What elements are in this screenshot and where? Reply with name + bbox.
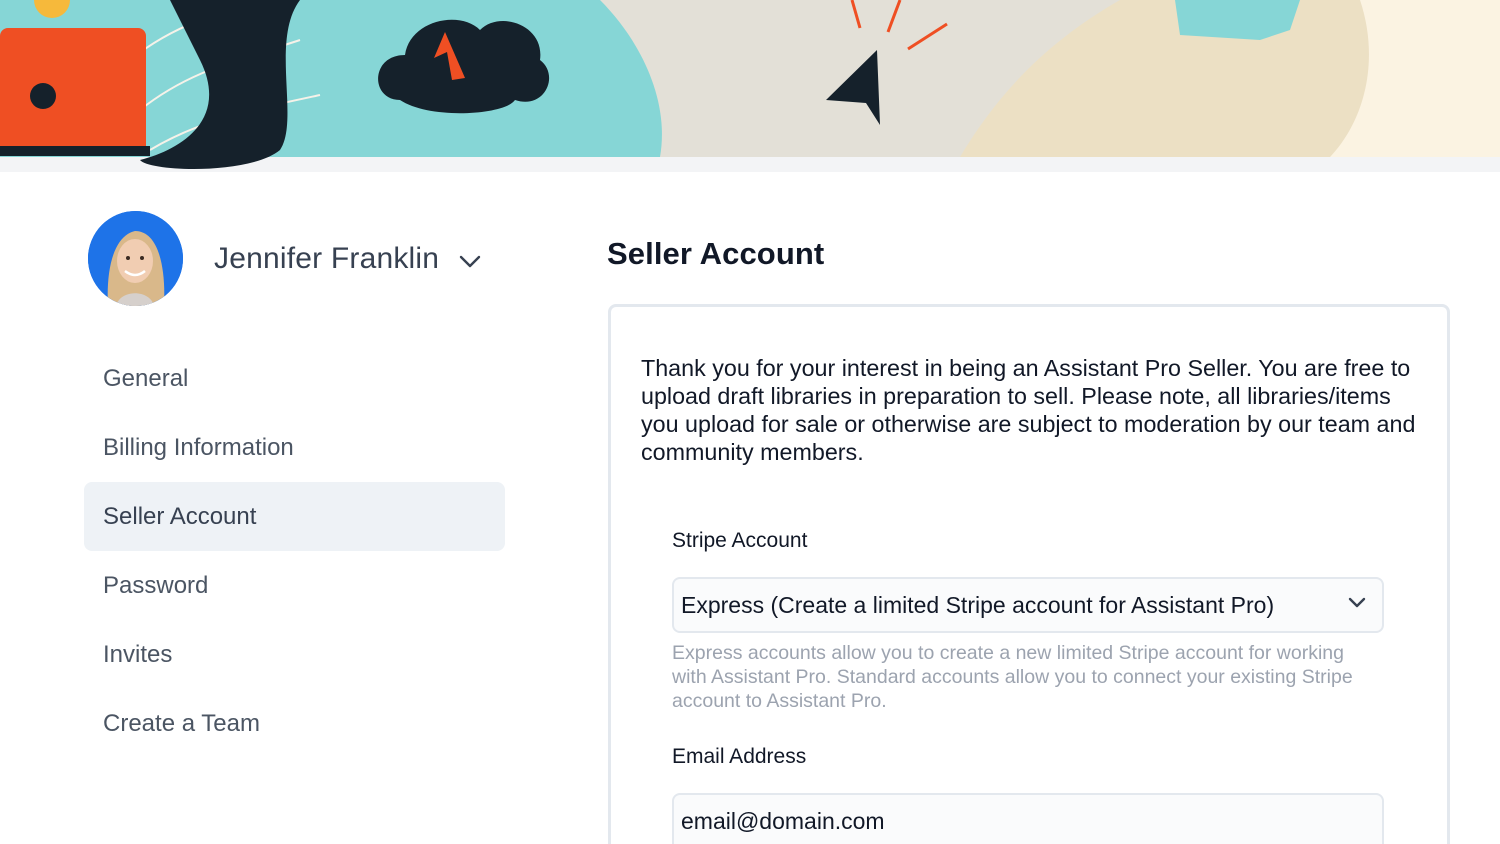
stripe-account-help-text: Express accounts allow you to create a n… [672,642,1353,712]
sidebar-item-seller-account[interactable]: Seller Account [84,482,505,551]
page-title: Seller Account [607,236,825,271]
profile-photo-icon [88,211,183,306]
stripe-account-label: Stripe Account [672,529,808,552]
email-address-label: Email Address [672,745,807,768]
header-banner [0,0,1500,172]
profile-name: Jennifer Franklin [214,241,440,275]
profile-switcher[interactable]: Jennifer Franklin [88,211,481,306]
email-address-field[interactable]: email@domain.com [672,793,1384,844]
banner-illustration [0,0,1500,172]
sidebar-item-password[interactable]: Password [84,551,505,620]
chevron-down-icon [1348,597,1366,608]
stripe-account-select[interactable]: Express (Create a limited Stripe account… [672,577,1384,633]
chevron-down-icon[interactable] [459,255,481,269]
settings-sidebar: General Billing Information Seller Accou… [84,344,505,758]
stripe-account-selected-value: Express (Create a limited Stripe account… [681,591,1275,618]
sidebar-item-create-a-team[interactable]: Create a Team [84,689,505,758]
intro-text: Thank you for your interest in being an … [641,355,1416,465]
avatar [88,211,183,306]
sidebar-item-general[interactable]: General [84,344,505,413]
sidebar-item-billing-information[interactable]: Billing Information [84,413,505,482]
sidebar-item-invites[interactable]: Invites [84,620,505,689]
